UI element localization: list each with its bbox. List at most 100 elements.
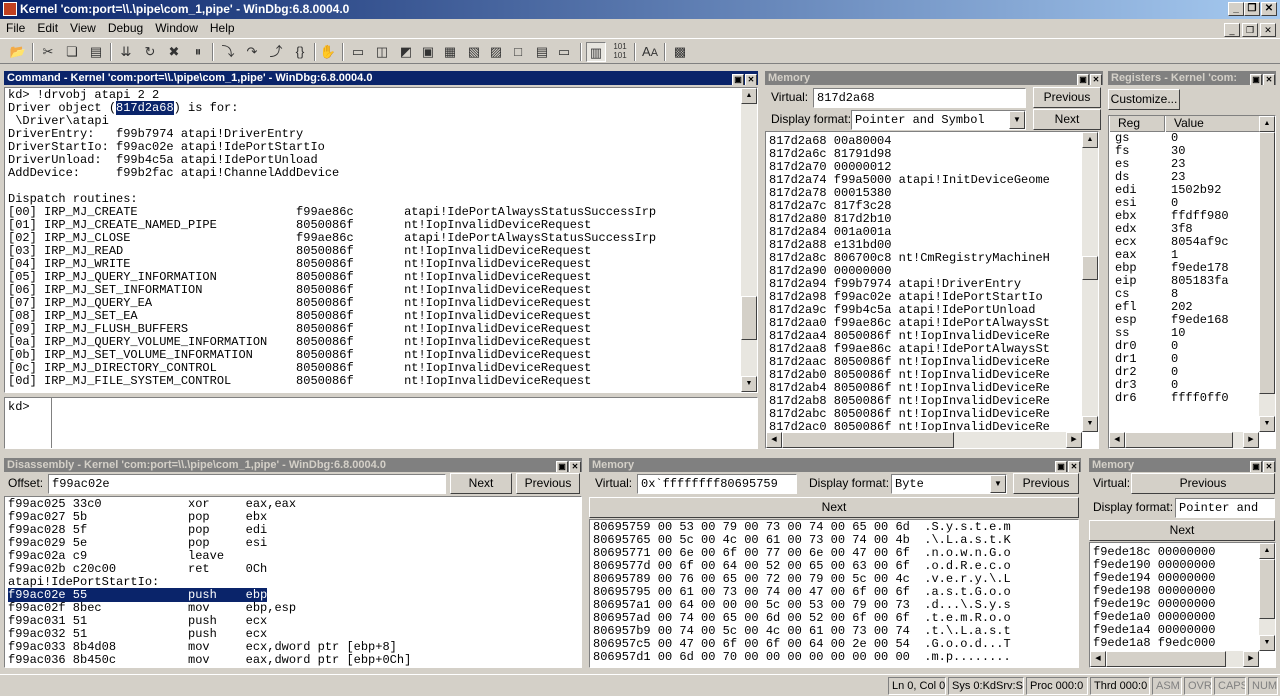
command-input-area[interactable]: kd>	[4, 397, 758, 449]
stop-debugging-icon[interactable]: ✖	[164, 42, 184, 62]
scratch-pad-icon[interactable]: □	[508, 42, 528, 62]
pane-close-icon[interactable]: ✕	[1090, 74, 1102, 85]
command-window-title: Command - Kernel 'com:port=\\.\pipe\com_…	[4, 71, 758, 85]
open-icon[interactable]: 📂	[8, 42, 28, 62]
command-output[interactable]: kd> !drvobj atapi 2 2 Driver object (817d…	[4, 87, 758, 393]
step-over-icon[interactable]: ↷	[242, 42, 262, 62]
go-icon[interactable]: ⇊	[116, 42, 136, 62]
toolbar: 📂 ✂ ❏ ▤ ⇊ ↻ ✖ ⏸ ⤵ ↷ ⤴ {} ✋ ▭ ◫ ◩ ▣ ▦ ▧ ▨…	[0, 38, 1280, 64]
child-close-icon[interactable]: ✕	[1260, 23, 1276, 37]
display-format-label: Display format:	[771, 112, 852, 126]
memory-2-format-select[interactable]: Byte ▼	[891, 474, 1007, 494]
source-mode-icon[interactable]: ▭	[554, 42, 574, 62]
disassembly-previous-button[interactable]: Previous	[516, 473, 580, 494]
offset-label: Offset:	[8, 476, 44, 490]
copy-icon[interactable]: ❏	[62, 42, 82, 62]
memory-3-previous-button[interactable]: Previous	[1131, 473, 1275, 494]
step-into-icon[interactable]: ⤵	[218, 42, 238, 62]
register-value[interactable]: 8054af9c	[1171, 236, 1229, 249]
command-prompt: kd>	[8, 400, 30, 414]
font-icon[interactable]: AA	[640, 42, 660, 62]
pane-close-icon[interactable]: ✕	[745, 74, 757, 85]
dock-icon[interactable]: ▣	[1077, 74, 1089, 85]
memory-1-content[interactable]: 817d2a68 00a80004 817d2a6c 81791d98 817d2a…	[765, 131, 1099, 449]
dock-icon[interactable]: ▣	[732, 74, 744, 85]
command-vertical-scrollbar[interactable]: ▲ ▼	[741, 88, 757, 392]
command-window-icon[interactable]: ▭	[348, 42, 368, 62]
memory-3-format-select[interactable]: Pointer and	[1175, 498, 1275, 518]
dock-icon[interactable]: ▣	[1250, 74, 1262, 85]
hand-icon[interactable]: ✋	[318, 42, 338, 62]
child-restore-icon[interactable]: ❐	[1242, 23, 1258, 37]
registers-icon[interactable]: ▣	[418, 42, 438, 62]
registers-vertical-scrollbar[interactable]: ▲ ▼	[1259, 116, 1275, 432]
child-minimize-icon[interactable]: _	[1224, 23, 1240, 37]
customize-button[interactable]: Customize...	[1108, 89, 1180, 110]
memory-3-horizontal-scrollbar[interactable]: ◀ ▶	[1090, 651, 1259, 667]
memory-3-vertical-scrollbar[interactable]: ▲ ▼	[1259, 543, 1275, 651]
paste-icon[interactable]: ▤	[86, 42, 106, 62]
pane-close-icon[interactable]: ✕	[1263, 461, 1275, 472]
menu-window[interactable]: Window	[149, 19, 204, 37]
registers-horizontal-scrollbar[interactable]: ◀ ▶	[1109, 432, 1259, 448]
memory-1-format-select[interactable]: Pointer and Symbol ▼	[851, 110, 1026, 130]
memory-2-content[interactable]: 80695759 00 53 00 79 00 73 00 74 00 65 0…	[589, 519, 1079, 668]
disassembly-icon[interactable]: ▨	[486, 42, 506, 62]
cut-icon[interactable]: ✂	[38, 42, 58, 62]
pane-close-icon[interactable]: ✕	[1068, 461, 1080, 472]
restart-icon[interactable]: ↻	[140, 42, 160, 62]
memory-2-previous-button[interactable]: Previous	[1013, 473, 1079, 494]
hex-mode-icon[interactable]: 101 101	[610, 42, 630, 62]
disassembly-content[interactable]: f99ac025 33c0 xor eax,eax f99ac027 5b pop…	[4, 496, 582, 668]
menu-help[interactable]: Help	[204, 19, 241, 37]
status-thread: Thrd 000:0	[1090, 677, 1150, 695]
pane-close-icon[interactable]: ✕	[569, 461, 581, 472]
source-mode-toggle-icon[interactable]: ▥	[586, 42, 606, 62]
disassembly-offset-input[interactable]: f99ac02e	[48, 474, 446, 494]
memory-2-next-button[interactable]: Next	[589, 497, 1079, 518]
register-value[interactable]: ffff0ff0	[1171, 392, 1229, 405]
menu-file[interactable]: File	[0, 19, 31, 37]
memory-1-horizontal-scrollbar[interactable]: ◀ ▶	[766, 432, 1082, 448]
memory-3-next-button[interactable]: Next	[1089, 520, 1275, 541]
memory-icon[interactable]: ▦	[440, 42, 460, 62]
selected-address[interactable]: 817d2a68	[116, 101, 174, 115]
memory-2-virtual-input[interactable]: 0x`ffffffff80695759	[637, 474, 797, 494]
memory-3-content[interactable]: f9ede18c 00000000 f9ede190 00000000 f9ede1…	[1089, 542, 1276, 668]
disassembly-line: f99ac036 8b450c mov eax,dword ptr [ebp+0…	[8, 653, 412, 667]
register-value[interactable]: 805183fa	[1171, 275, 1229, 288]
call-stack-icon[interactable]: ▧	[464, 42, 484, 62]
processes-icon[interactable]: ▤	[532, 42, 552, 62]
disassembly-next-button[interactable]: Next	[450, 473, 512, 494]
register-value[interactable]: 1502b92	[1171, 184, 1221, 197]
menu-debug[interactable]: Debug	[102, 19, 149, 37]
register-row[interactable]: eip 805183fa	[1109, 275, 1259, 288]
break-icon[interactable]: ⏸	[188, 42, 208, 62]
registers-content[interactable]: Reg Value gs 0 fs 30 es 23 ds 23 edi 1502b92 esi 0 e…	[1108, 115, 1276, 449]
restore-button[interactable]: ❐	[1244, 2, 1260, 16]
pane-close-icon[interactable]: ✕	[1263, 74, 1275, 85]
watch-icon[interactable]: ◫	[372, 42, 392, 62]
minimize-button[interactable]: _	[1228, 2, 1244, 16]
memory-1-next-button[interactable]: Next	[1033, 109, 1101, 130]
memory-window-3: Memory ▣ ✕ Virtual: Previous Display form…	[1089, 458, 1276, 670]
memory-1-virtual-input[interactable]: 817d2a68	[813, 88, 1026, 108]
options-icon[interactable]: ▩	[670, 42, 690, 62]
dock-icon[interactable]: ▣	[1055, 461, 1067, 472]
step-out-icon[interactable]: ⤴	[266, 42, 286, 62]
memory-1-previous-button[interactable]: Previous	[1033, 87, 1101, 108]
reg-column-header[interactable]: Reg	[1109, 116, 1165, 132]
registers-header: Reg Value	[1109, 116, 1261, 132]
disassembly-title: Disassembly - Kernel 'com:port=\\.\pipe\…	[7, 459, 386, 471]
locals-icon[interactable]: ◩	[396, 42, 416, 62]
register-row[interactable]: dr6 ffff0ff0	[1109, 392, 1259, 405]
command-window: Command - Kernel 'com:port=\\.\pipe\com_…	[4, 71, 758, 451]
run-to-cursor-icon[interactable]: {}	[290, 42, 310, 62]
menu-edit[interactable]: Edit	[31, 19, 64, 37]
menu-view[interactable]: View	[64, 19, 102, 37]
dock-icon[interactable]: ▣	[556, 461, 568, 472]
memory-1-vertical-scrollbar[interactable]: ▲ ▼	[1082, 132, 1098, 432]
dock-icon[interactable]: ▣	[1250, 461, 1262, 472]
close-button[interactable]: ✕	[1261, 2, 1277, 16]
value-column-header[interactable]: Value	[1165, 116, 1261, 132]
